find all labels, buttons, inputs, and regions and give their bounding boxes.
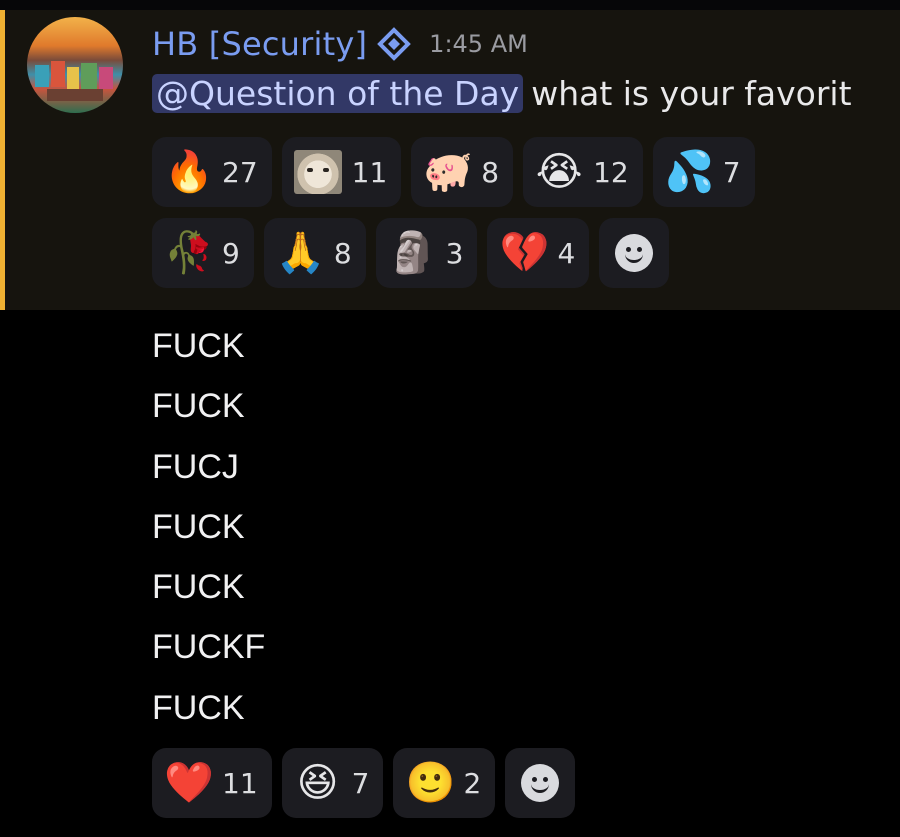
message-line: FUCK [152,688,245,727]
reaction-wilted-flower[interactable]: 🥀 9 [152,218,254,288]
add-reaction-button[interactable] [505,748,576,818]
folded-hands-emoji-icon: 🙏 [275,230,326,276]
reaction-broken-heart[interactable]: 💔 4 [487,218,590,288]
reaction-count: 2 [463,766,482,800]
add-reaction-button[interactable] [599,218,670,288]
diamond-role-icon[interactable] [377,27,412,61]
message-text: what is your favorit [531,73,852,113]
message-line: FUCKF [152,628,266,667]
sweat-droplets-emoji-icon: 💦 [664,149,715,195]
author-name[interactable]: HB [Security] [152,25,367,63]
reaction-moai[interactable]: 🗿 3 [375,218,478,288]
moai-emoji-icon: 🗿 [387,230,438,276]
message-lines: FUCK FUCK FUCJ FUCK FUCK FUCKF FUCK [152,316,265,738]
reaction-fire[interactable]: 🔥 27 [152,137,272,207]
laughing-face-emoji-icon: 😆 [296,760,339,806]
reaction-count: 27 [222,155,258,189]
mention-indicator-bar [0,10,5,310]
message-content: @Question of the Day what is your favori… [152,68,852,118]
reaction-slight-smile[interactable]: 🙂 2 [393,748,496,818]
message-line: FUCK [152,568,245,607]
reaction-count: 4 [557,236,576,270]
reaction-red-heart[interactable]: ❤️ 11 [152,748,272,818]
reaction-sweat[interactable]: 💦 7 [652,137,755,207]
reaction-count: 11 [222,766,258,800]
reaction-count: 11 [351,155,388,189]
reaction-count: 3 [445,236,464,270]
wilted-flower-emoji-icon: 🥀 [164,230,214,276]
message-line: FUCK [152,327,245,365]
reaction-count: 7 [351,766,370,800]
reaction-count: 8 [333,236,352,270]
message-line: FUCK [152,387,245,426]
slightly-smiling-face-emoji-icon: 🙂 [405,760,456,806]
add-reaction-icon [521,764,560,802]
reaction-count: 12 [593,155,629,189]
broken-heart-emoji-icon: 💔 [499,230,550,276]
reaction-bar-top-2: 🥀 9 🙏 8 🗿 3 💔 4 [152,218,670,288]
role-mention[interactable]: @Question of the Day [152,73,524,113]
reaction-folded-hands[interactable]: 🙏 8 [263,218,366,288]
reaction-count: 7 [722,155,741,189]
reaction-bar-bottom: ❤️ 11 😆 7 🙂 2 [152,748,576,818]
reaction-bar-top-1: 🔥 27 11 🐖 8 😭 12 💦 7 [152,137,755,207]
reaction-cat[interactable]: 11 [281,137,402,207]
cat-image-emoji-icon [293,150,342,194]
message-line: FUCK [152,507,245,546]
top-strip [0,0,900,10]
crying-face-emoji-icon: 😭 [535,149,583,195]
reaction-pig[interactable]: 🐖 8 [411,137,514,207]
message-timestamp[interactable]: 1:45 AM [429,30,528,58]
red-heart-emoji-icon: ❤️ [164,760,214,806]
reaction-crying[interactable]: 😭 12 [523,137,643,207]
message-header: HB [Security] 1:45 AM [152,22,528,66]
reaction-count: 9 [222,236,240,270]
avatar[interactable] [27,17,123,113]
pig-emoji-icon: 🐖 [423,149,474,195]
reaction-count: 8 [481,155,500,189]
reaction-laughing[interactable]: 😆 7 [281,748,384,818]
message-line: FUCJ [152,447,239,486]
add-reaction-icon [615,234,654,272]
fire-emoji-icon: 🔥 [164,149,214,195]
